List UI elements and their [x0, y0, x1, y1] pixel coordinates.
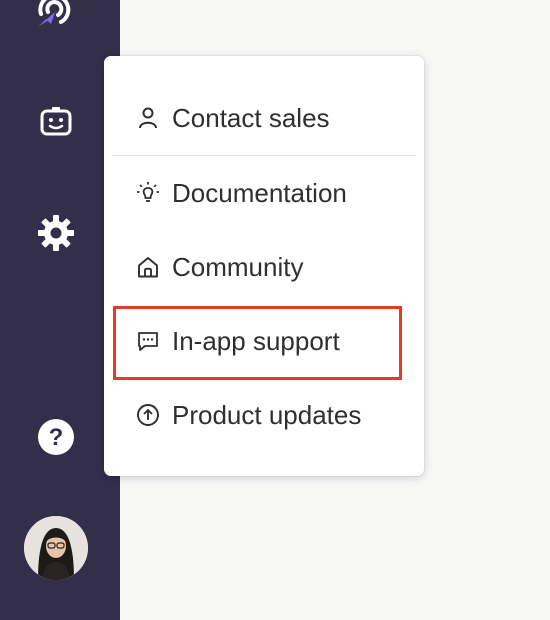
person-icon [136, 106, 160, 130]
menu-item-documentation[interactable]: Documentation [136, 173, 347, 213]
sidebar: ? [0, 0, 120, 620]
menu-item-in-app-support[interactable]: In-app support [136, 321, 340, 361]
settings-gear-icon[interactable] [31, 208, 81, 258]
lightbulb-icon [136, 181, 160, 205]
menu-item-label: Contact sales [172, 102, 330, 133]
home-icon [136, 255, 160, 279]
menu-item-product-updates[interactable]: Product updates [136, 395, 361, 435]
help-menu: Contact sales Documentation Community In… [104, 56, 424, 476]
menu-divider [112, 155, 416, 156]
chat-bubble-icon [136, 329, 160, 353]
user-avatar[interactable] [24, 516, 88, 580]
menu-item-label: In-app support [172, 325, 340, 356]
menu-item-community[interactable]: Community [136, 247, 303, 287]
menu-item-label: Product updates [172, 399, 362, 430]
menu-item-label: Community [172, 251, 304, 282]
arrow-up-circle-icon [136, 403, 160, 427]
menu-item-label: Documentation [172, 177, 347, 208]
app-logo-icon[interactable] [29, 0, 79, 32]
bot-icon[interactable] [31, 96, 81, 146]
help-icon[interactable]: ? [31, 412, 81, 462]
menu-item-contact-sales[interactable]: Contact sales [136, 98, 330, 138]
help-icon-glyph: ? [49, 424, 64, 451]
